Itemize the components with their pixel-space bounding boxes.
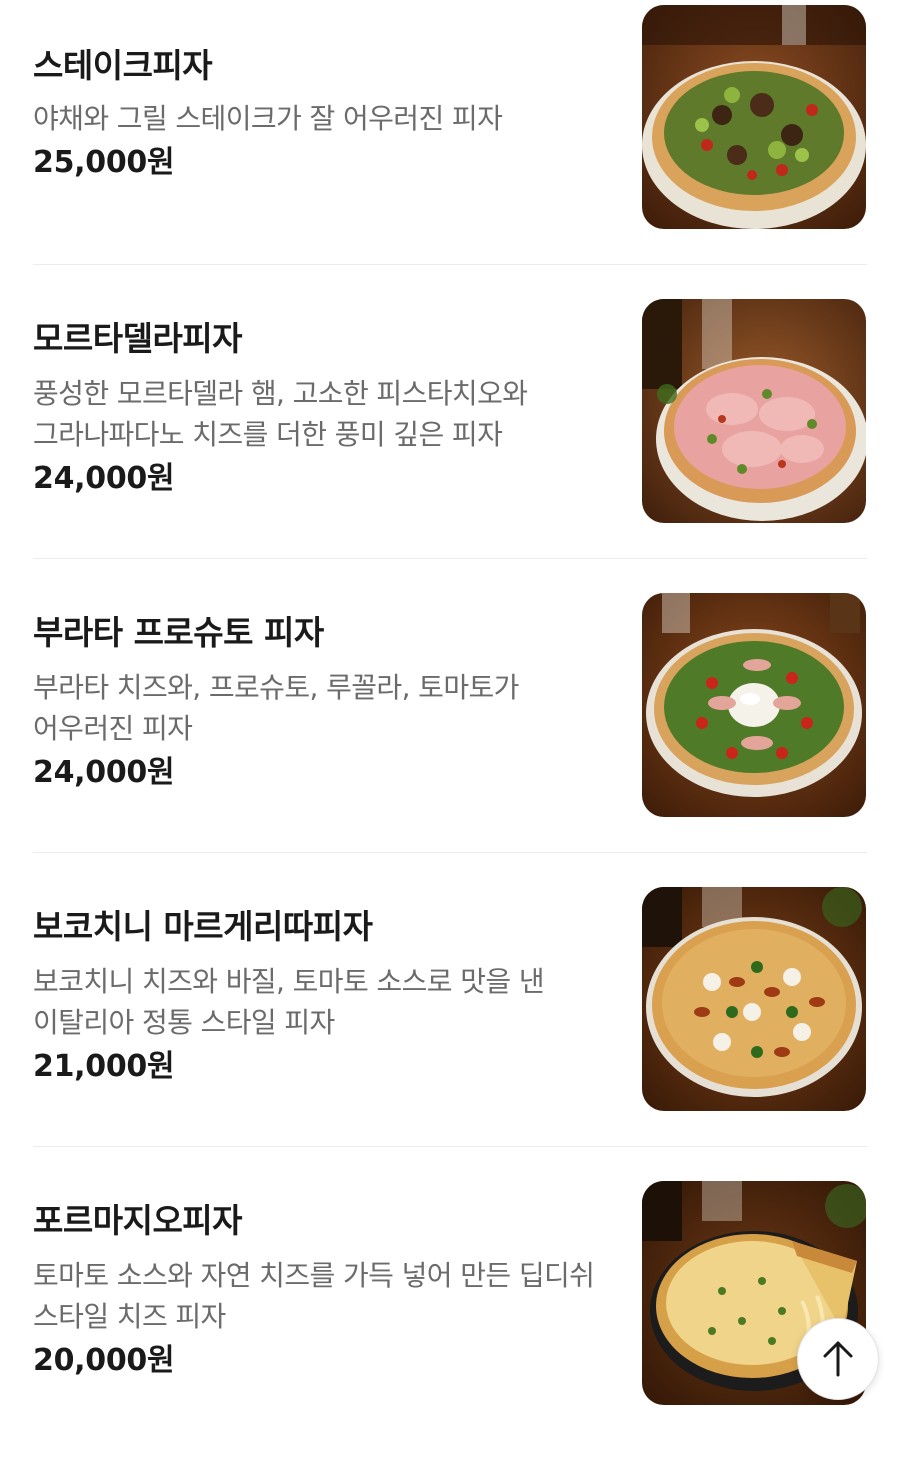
divider [33,558,867,559]
menu-item-name: 포르마지오피자 [33,1201,243,1240]
bocconcini-margherita-pizza-photo [642,887,866,1111]
menu-item-bocconcini-margherita-pizza[interactable]: 보코치니 마르게리따피자 보코치니 치즈와 바질, 토마토 소스로 맛을 낸 이… [0,882,900,1176]
menu-item-description: 풍성한 모르타델라 햄, 고소한 피스타치오와 그라나파다노 치즈를 더한 풍미… [33,377,528,451]
menu-item-info: 부라타 프로슈토 피자 부라타 치즈와, 프로슈토, 루꼴라, 토마토가 어우러… [33,613,618,793]
menu-item-info: 보코치니 마르게리따피자 보코치니 치즈와 바질, 토마토 소스로 맛을 낸 이… [33,907,618,1087]
menu-item-steak-pizza[interactable]: 스테이크피자 야채와 그릴 스테이크가 잘 어우러진 피자 25,000원 [0,0,900,294]
menu-item-description: 토마토 소스와 자연 치즈를 가득 넣어 만든 딥디쉬 스타일 치즈 피자 [33,1259,595,1333]
menu-item-formaggio-pizza[interactable]: 포르마지오피자 토마토 소스와 자연 치즈를 가득 넣어 만든 딥디쉬 스타일 … [0,1176,900,1470]
steak-pizza-photo [642,5,866,229]
menu-item-price: 21,000원 [33,1049,175,1084]
menu-item-name: 모르타델라피자 [33,319,243,358]
menu-item-description: 보코치니 치즈와 바질, 토마토 소스로 맛을 낸 이탈리아 정통 스타일 피자 [33,965,545,1039]
menu-item-price: 25,000원 [33,145,175,180]
scroll-to-top-button[interactable] [797,1318,879,1400]
menu-item-burrata-prosciutto-pizza[interactable]: 부라타 프로슈토 피자 부라타 치즈와, 프로슈토, 루꼴라, 토마토가 어우러… [0,588,900,882]
divider [33,852,867,853]
menu-item-info: 포르마지오피자 토마토 소스와 자연 치즈를 가득 넣어 만든 딥디쉬 스타일 … [33,1201,618,1381]
divider [33,1146,867,1147]
menu-item-description: 야채와 그릴 스테이크가 잘 어우러진 피자 [33,102,503,135]
menu-item-info: 모르타델라피자 풍성한 모르타델라 햄, 고소한 피스타치오와 그라나파다노 치… [33,319,618,499]
arrow-up-icon [823,1341,853,1377]
divider [33,264,867,265]
menu-item-price: 20,000원 [33,1343,175,1378]
burrata-prosciutto-pizza-photo [642,593,866,817]
mortadella-pizza-photo [642,299,866,523]
menu-item-name: 보코치니 마르게리따피자 [33,907,373,946]
menu-item-name: 부라타 프로슈토 피자 [33,613,324,652]
menu-item-description: 부라타 치즈와, 프로슈토, 루꼴라, 토마토가 어우러진 피자 [33,671,519,745]
menu-item-mortadella-pizza[interactable]: 모르타델라피자 풍성한 모르타델라 햄, 고소한 피스타치오와 그라나파다노 치… [0,294,900,588]
menu-item-price: 24,000원 [33,461,175,496]
menu-item-price: 24,000원 [33,755,175,790]
menu-item-name: 스테이크피자 [33,46,213,85]
menu-item-info: 스테이크피자 야채와 그릴 스테이크가 잘 어우러진 피자 25,000원 [33,46,618,183]
